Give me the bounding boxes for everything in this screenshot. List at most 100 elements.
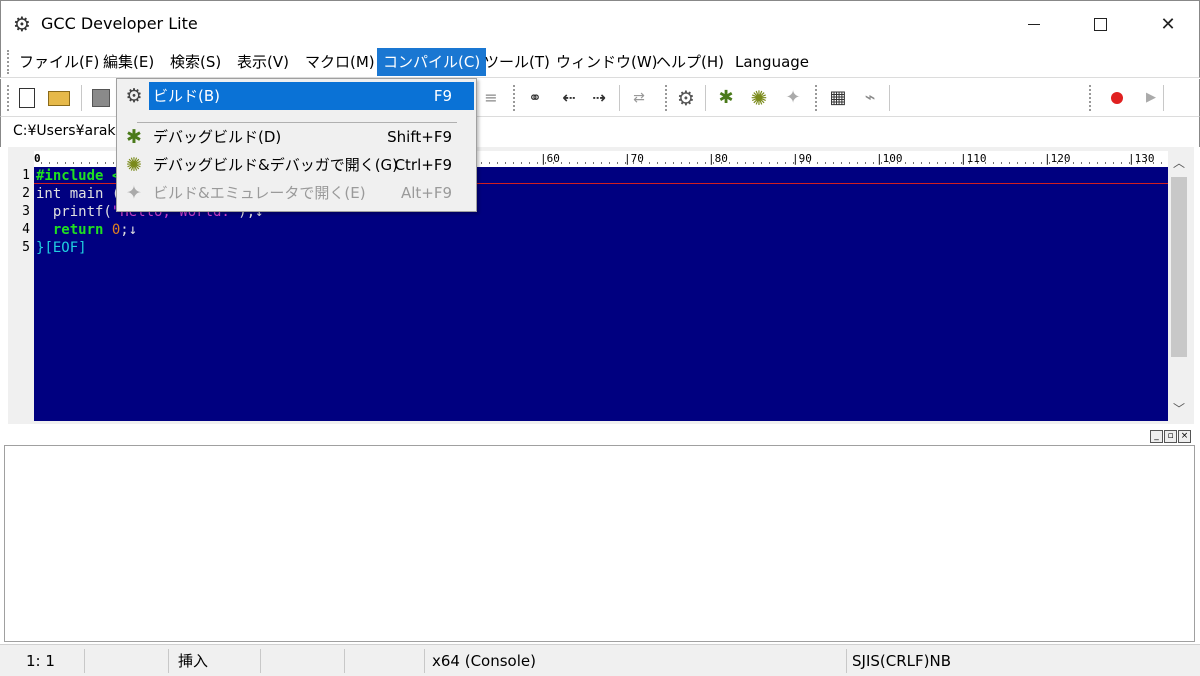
status-separator bbox=[168, 649, 169, 673]
maximize-icon bbox=[1093, 17, 1107, 31]
menu-item-label: ビルド(B) bbox=[153, 87, 220, 105]
maximize-button[interactable] bbox=[1067, 1, 1133, 47]
new-file-icon bbox=[19, 88, 35, 108]
compile-menu-dropdown: ⚙ ビルド(B) F9 ✱ デバッグビルド(D) Shift+F9 ✺ デバッグ… bbox=[116, 78, 477, 212]
menu-tools[interactable]: ツール(T) bbox=[478, 48, 556, 76]
line-number: 2 bbox=[22, 186, 30, 201]
minimize-icon bbox=[1028, 23, 1040, 25]
menu-help[interactable]: ヘルプ(H) bbox=[650, 48, 730, 76]
line-number: 5 bbox=[22, 240, 30, 255]
app-gear-icon: ⚙ bbox=[13, 12, 31, 36]
build-button[interactable]: ⚙ bbox=[674, 86, 698, 110]
menu-grip[interactable] bbox=[7, 50, 10, 74]
menu-item-label: ビルド&エミュレータで開く(E) bbox=[153, 184, 366, 202]
menu-search[interactable]: 検索(S) bbox=[164, 48, 227, 76]
menu-compile[interactable]: コンパイル(C) bbox=[377, 48, 487, 76]
ruler-mark: |80 bbox=[708, 152, 728, 165]
indent-button[interactable]: ≡ bbox=[479, 86, 503, 110]
toolbar-grip[interactable] bbox=[513, 85, 516, 111]
menu-item-debug-build-open-debugger[interactable]: ✺ デバッグビルド&デバッガで開く(G) Ctrl+F9 bbox=[119, 151, 474, 179]
status-bar: 1: 1 挿入 x64 (Console) SJIS(CRLF)NB bbox=[0, 644, 1200, 676]
record-icon bbox=[1111, 92, 1123, 104]
replace-button[interactable]: ⇄ bbox=[627, 86, 651, 110]
status-separator bbox=[260, 649, 261, 673]
new-file-button[interactable] bbox=[15, 86, 39, 110]
save-icon bbox=[92, 89, 110, 107]
menu-item-build-open-emulator[interactable]: ✦ ビルド&エミュレータで開く(E) Alt+F9 bbox=[119, 179, 474, 207]
debug-bug-gear-icon: ✺ bbox=[750, 86, 768, 110]
play-macro-button[interactable]: ▶ bbox=[1139, 86, 1163, 110]
close-button[interactable]: ✕ bbox=[1135, 1, 1200, 47]
output-pane-controls: _ ▫ × bbox=[1150, 430, 1194, 444]
status-separator bbox=[424, 649, 425, 673]
find-icon: ⚭ bbox=[528, 88, 542, 107]
code-line: int main ( bbox=[36, 186, 121, 202]
build-target: x64 (Console) bbox=[432, 652, 536, 670]
menu-item-build[interactable]: ⚙ ビルド(B) F9 bbox=[119, 82, 474, 110]
menu-macro[interactable]: マクロ(M) bbox=[299, 48, 381, 76]
device-button[interactable]: ▦ bbox=[826, 86, 850, 110]
debug-bug-icon: ✱ bbox=[718, 87, 734, 108]
bug-gear-icon: ✺ bbox=[126, 154, 142, 176]
toolbar-separator bbox=[81, 85, 82, 111]
replace-icon: ⇄ bbox=[633, 90, 645, 106]
menu-item-label: デバッグビルド&デバッガで開く(G) bbox=[153, 156, 399, 174]
debug-open-button[interactable]: ✺ bbox=[747, 86, 771, 110]
pane-minimize-button[interactable]: _ bbox=[1150, 430, 1163, 443]
open-button[interactable] bbox=[47, 86, 71, 110]
menu-item-label: デバッグビルド(D) bbox=[153, 128, 282, 146]
record-macro-button[interactable] bbox=[1105, 86, 1129, 110]
bug-icon: ✱ bbox=[126, 126, 142, 148]
build-gear-icon: ⚙ bbox=[677, 86, 695, 110]
minimize-button[interactable] bbox=[1001, 1, 1067, 47]
toolbar-grip[interactable] bbox=[1089, 85, 1092, 111]
menu-bar: ファイル(F) 編集(E) 検索(S) 表示(V) マクロ(M) コンパイル(C… bbox=[0, 46, 1200, 78]
menu-file[interactable]: ファイル(F) bbox=[13, 48, 105, 76]
debug-build-button[interactable]: ✱ bbox=[714, 86, 738, 110]
menu-edit[interactable]: 編集(E) bbox=[97, 48, 160, 76]
plug-button[interactable]: ⌁ bbox=[858, 86, 882, 110]
window-title: GCC Developer Lite bbox=[41, 14, 198, 33]
close-icon: ✕ bbox=[1160, 13, 1176, 35]
find-next-button[interactable]: ⇢ bbox=[587, 86, 611, 110]
scroll-down-icon[interactable]: ﹀ bbox=[1171, 401, 1187, 417]
ruler-mark: |90 bbox=[792, 152, 812, 165]
find-button[interactable]: ⚭ bbox=[523, 86, 547, 110]
shortcut-label: Ctrl+F9 bbox=[394, 156, 452, 174]
indent-icon: ≡ bbox=[484, 88, 498, 107]
toolbar-separator bbox=[1163, 85, 1164, 111]
pane-close-button[interactable]: × bbox=[1178, 430, 1191, 443]
code-line: return 0;↓ bbox=[36, 222, 138, 238]
save-button[interactable] bbox=[89, 86, 113, 110]
runner-icon: ✦ bbox=[126, 182, 142, 204]
open-folder-icon bbox=[48, 90, 70, 106]
pane-restore-button[interactable]: ▫ bbox=[1164, 430, 1177, 443]
toolbar-grip[interactable] bbox=[815, 85, 818, 111]
output-pane[interactable] bbox=[4, 445, 1195, 642]
emulator-button[interactable]: ✦ bbox=[781, 86, 805, 110]
shortcut-label: Alt+F9 bbox=[400, 184, 452, 202]
menu-item-debug-build[interactable]: ✱ デバッグビルド(D) Shift+F9 bbox=[119, 123, 474, 151]
emulator-runner-icon: ✦ bbox=[785, 87, 801, 108]
plug-icon: ⌁ bbox=[864, 87, 876, 108]
status-separator bbox=[846, 649, 847, 673]
menu-window[interactable]: ウィンドウ(W) bbox=[550, 48, 664, 76]
cursor-position: 1: 1 bbox=[26, 652, 55, 670]
scroll-up-icon[interactable]: ︿ bbox=[1171, 155, 1187, 171]
shortcut-label: Shift+F9 bbox=[387, 128, 452, 146]
toolbar-grip[interactable] bbox=[665, 85, 668, 111]
line-number: 1 bbox=[22, 168, 30, 183]
menu-view[interactable]: 表示(V) bbox=[231, 48, 295, 76]
ruler-mark: |130 bbox=[1128, 152, 1155, 165]
menu-language[interactable]: Language bbox=[729, 48, 815, 76]
find-prev-button[interactable]: ⇠ bbox=[557, 86, 581, 110]
toolbar-grip[interactable] bbox=[7, 85, 10, 111]
line-number: 4 bbox=[22, 222, 30, 237]
scrollbar-thumb[interactable] bbox=[1171, 177, 1187, 357]
ruler-mark: |70 bbox=[624, 152, 644, 165]
play-icon: ▶ bbox=[1146, 90, 1156, 105]
encoding-status: SJIS(CRLF)NB bbox=[852, 652, 951, 670]
line-number-gutter: 1 2 3 4 5 bbox=[8, 167, 34, 421]
toolbar-separator bbox=[705, 85, 706, 111]
vertical-scrollbar[interactable]: ︿ ﹀ bbox=[1168, 151, 1190, 421]
